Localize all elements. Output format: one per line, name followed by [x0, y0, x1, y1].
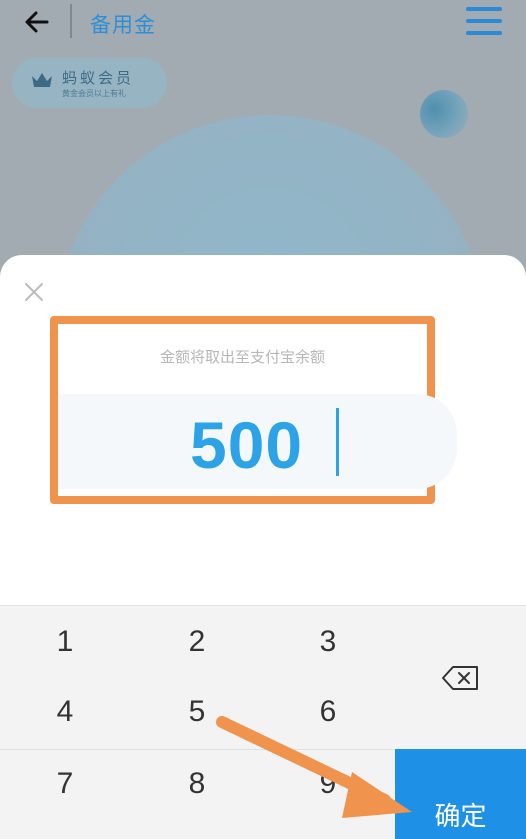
menu-icon[interactable]: [466, 6, 502, 36]
amount-highlight-box: 金额将取出至支付宝余额 500: [50, 316, 457, 504]
page-title: 备用金: [90, 14, 156, 37]
backspace-icon: [441, 665, 478, 690]
close-icon[interactable]: [22, 280, 46, 304]
withdraw-sheet: 金额将取出至支付宝余额 500: [0, 255, 526, 605]
crown-icon: [32, 73, 52, 87]
member-subtitle: 黄金会员以上有礼: [62, 89, 126, 98]
header-separator: [70, 4, 72, 38]
key-9[interactable]: 9: [263, 750, 393, 818]
withdraw-hint: 金额将取出至支付宝余额: [159, 349, 325, 366]
amount-input[interactable]: 500: [190, 412, 303, 478]
key-2[interactable]: 2: [132, 608, 262, 676]
background-dot: [420, 90, 468, 138]
top-bar: 备用金: [0, 0, 526, 46]
key-6[interactable]: 6: [263, 678, 393, 746]
key-5[interactable]: 5: [132, 678, 262, 746]
key-3[interactable]: 3: [263, 608, 393, 676]
member-badge[interactable]: 蚂蚁会员 黄金会员以上有礼: [12, 58, 167, 108]
member-title: 蚂蚁会员: [62, 70, 135, 87]
backspace-button[interactable]: [395, 606, 526, 749]
key-1[interactable]: 1: [0, 608, 130, 676]
key-8[interactable]: 8: [132, 750, 262, 818]
confirm-button[interactable]: 确定: [395, 749, 526, 839]
key-7[interactable]: 7: [0, 750, 130, 818]
number-keypad: 1 2 3 4 5 6 7 8 9 确定: [0, 605, 526, 839]
key-4[interactable]: 4: [0, 678, 130, 746]
text-caret: [336, 408, 339, 476]
back-arrow-icon[interactable]: [22, 7, 52, 37]
